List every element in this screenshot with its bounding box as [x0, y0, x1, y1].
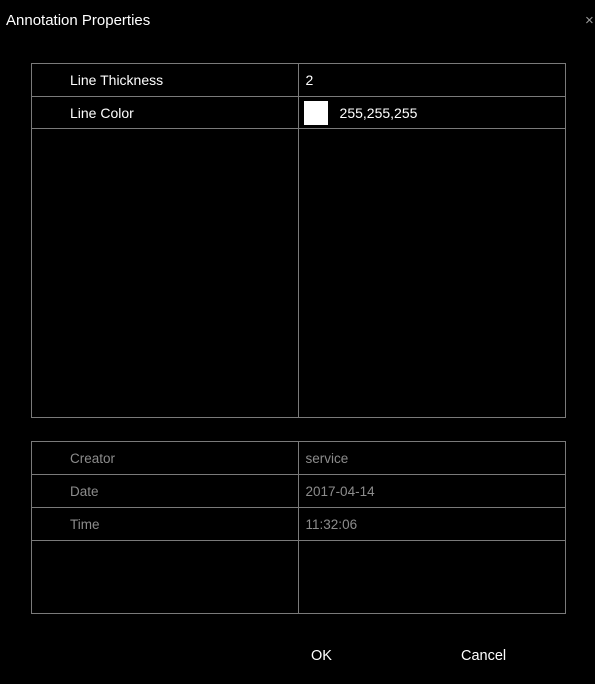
- property-label: Line Thickness: [32, 64, 299, 97]
- empty-cell: [298, 129, 566, 418]
- line-color-value-cell[interactable]: 255,255,255: [298, 97, 566, 129]
- info-label: Date: [32, 475, 299, 508]
- empty-cell: [298, 541, 566, 614]
- info-grid: Creator service Date 2017-04-14 Time 11:…: [31, 441, 566, 614]
- info-empty-area: [32, 541, 566, 614]
- property-row-line-color[interactable]: Line Color 255,255,255: [32, 97, 566, 129]
- properties-grid: Line Thickness 2 Line Color 255,255,255: [31, 63, 566, 418]
- close-icon[interactable]: ×: [585, 12, 594, 29]
- property-label: Line Color: [32, 97, 299, 129]
- color-swatch[interactable]: [303, 100, 328, 125]
- line-thickness-value[interactable]: 2: [298, 64, 566, 97]
- info-row-creator: Creator service: [32, 442, 566, 475]
- window-title: Annotation Properties: [6, 12, 151, 29]
- info-row-date: Date 2017-04-14: [32, 475, 566, 508]
- creator-value: service: [298, 442, 566, 475]
- property-row-line-thickness[interactable]: Line Thickness 2: [32, 64, 566, 97]
- line-color-value: 255,255,255: [339, 104, 418, 121]
- title-bar: Annotation Properties ×: [0, 0, 595, 38]
- info-label: Creator: [32, 442, 299, 475]
- info-label: Time: [32, 508, 299, 541]
- empty-cell: [32, 129, 299, 418]
- empty-cell: [32, 541, 299, 614]
- info-row-time: Time 11:32:06: [32, 508, 566, 541]
- properties-empty-area: [32, 129, 566, 418]
- date-value: 2017-04-14: [298, 475, 566, 508]
- time-value: 11:32:06: [298, 508, 566, 541]
- ok-button[interactable]: OK: [311, 648, 332, 664]
- cancel-button[interactable]: Cancel: [461, 648, 506, 664]
